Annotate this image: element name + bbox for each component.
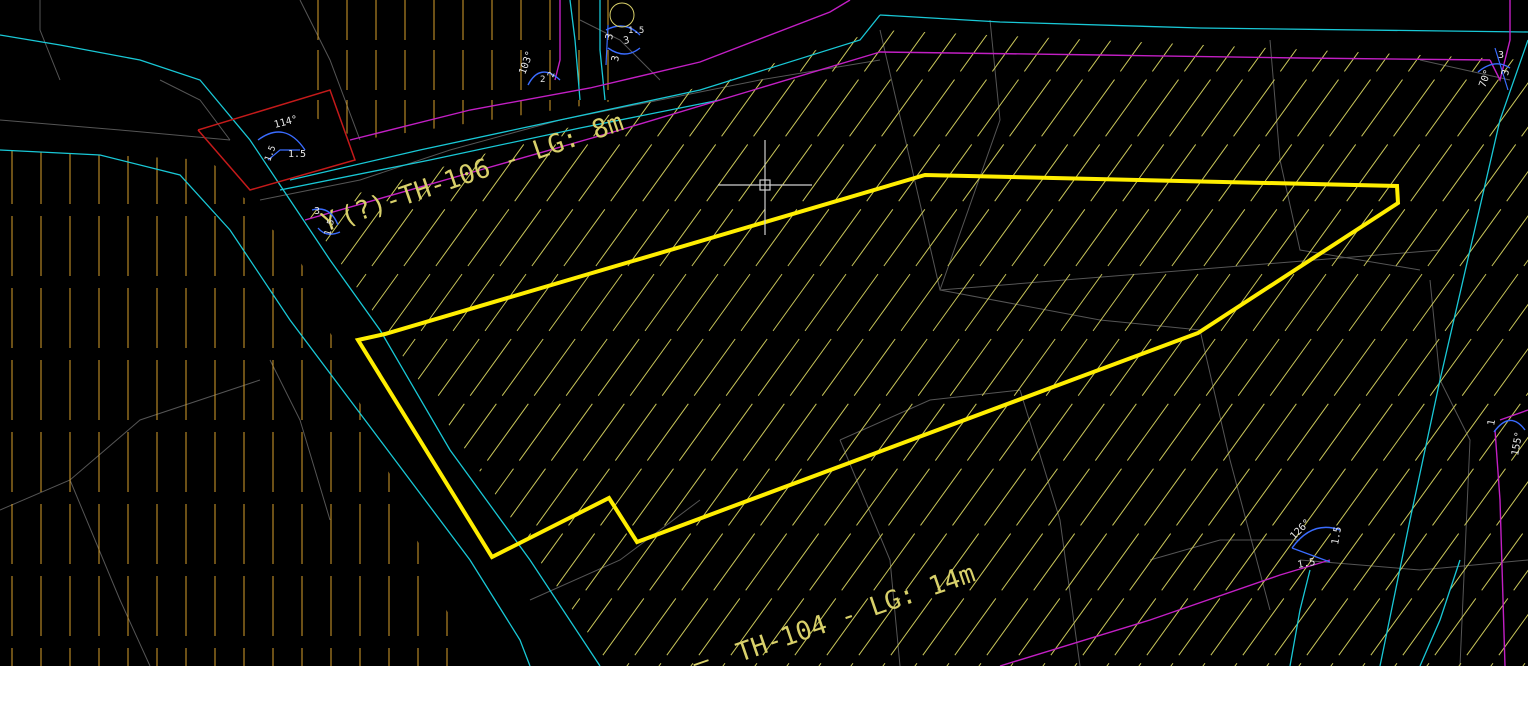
hatch-line [427,30,949,666]
crosshair-cursor-icon [718,140,812,235]
dimension-value-2a: 2 [540,75,545,85]
cad-drawing-canvas[interactable]: Y (?)-TH-106 - LG: 8m — TH-104 - LG: 14m… [0,0,1528,666]
hatch-line [331,30,853,666]
selected-parcel-outline[interactable] [354,172,1401,560]
dimension-value-7a: 3 [610,55,622,63]
dimension-value-3b: 3 [1500,69,1512,77]
dimension-value-4: 1 [1486,419,1498,427]
hatch-line [0,0,180,666]
hatch-line [747,30,1269,666]
dimension-angle-70: 70° [1477,68,1494,89]
hatch-line [0,0,244,666]
hatch-line [305,30,597,666]
drawing-area[interactable]: Y (?)-TH-106 - LG: 8m — TH-104 - LG: 14m… [0,0,1528,666]
bottom-empty-area [0,666,1528,720]
hatch-line [715,30,1237,666]
hatch-line [305,30,725,666]
hatch-line [305,30,533,666]
hatch-line [305,30,437,666]
hatch-line [305,30,821,666]
vertical-hatch-pattern [11,150,448,666]
hatch-line [619,30,1141,666]
dimension-marker-103: 103° 2 2 [517,50,561,86]
hatch-line [683,30,1205,666]
dimension-marker-top: 3 3 3 1.5 [604,2,644,66]
dimension-value-5b: 1.5 [1330,526,1344,546]
hatch-line [1419,30,1528,666]
hatch-line [305,30,693,666]
dimension-angle-155: 155° [1510,431,1525,457]
hatch-line [305,30,309,666]
hatch-line [305,30,757,666]
hatch-line [491,30,1013,666]
hatch-line [305,30,565,666]
dimension-value-5a: 1.5 [1297,557,1317,571]
dimension-value-6a: 3 [604,33,616,41]
dimension-value-3: 3 [1498,50,1504,61]
hatch-line [305,30,341,666]
hatch-line [1163,30,1528,666]
hatch-line [907,30,1429,666]
dimension-value-7b: 1.5 [628,26,644,36]
hatch-line [1323,30,1528,666]
hatch-line [779,30,1301,666]
road-label-th104: TH-104 - LG: 14m [733,559,980,666]
dimension-marker-114: 114° 1.5 1.5 [257,114,306,163]
road-label-th104-prefix: — [689,645,714,666]
boundary-lines [304,0,1528,666]
hatch-line [1195,30,1528,666]
hatch-line [305,30,501,666]
hatch-line [1515,30,1528,666]
hatch-line [587,30,1109,666]
hatch-line [1003,30,1525,666]
hatch-line [1483,30,1528,666]
hatch-line [811,30,1333,666]
dimension-value-2: 1.5 [263,144,278,163]
hatch-line [1131,30,1528,666]
dimension-value-1: 1.5 [288,149,306,160]
dimension-angle-103: 103° [517,50,536,76]
hatch-line [305,30,405,666]
hatch-line [651,30,1173,666]
hatch-line [971,30,1493,666]
hatch-line [1291,30,1528,666]
hatch-line [305,30,661,666]
dimension-value-2b: 2 [546,71,557,80]
hatch-line [843,30,1365,666]
dimension-value-8a: 3 [314,206,320,217]
hatch-line [1035,30,1528,666]
dimension-value-6b: 3 [623,35,631,47]
dimension-angle-114: 114° [273,114,299,131]
hatch-line [363,30,885,666]
